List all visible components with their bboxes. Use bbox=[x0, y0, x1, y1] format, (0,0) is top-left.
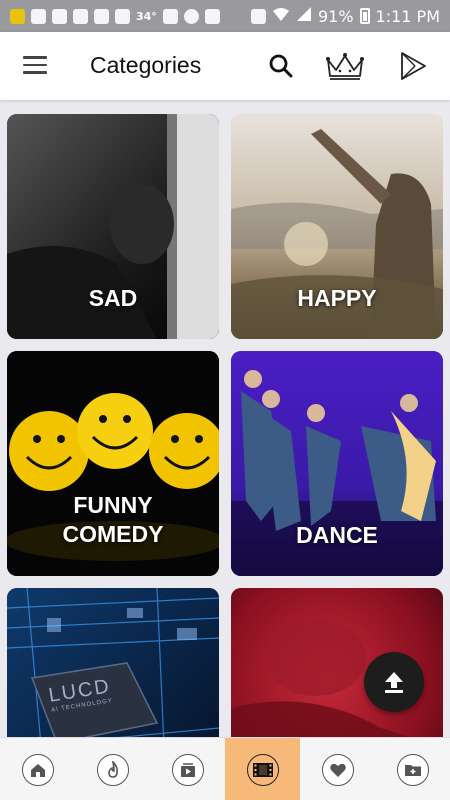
film-strip-icon bbox=[246, 753, 279, 786]
image-icon bbox=[115, 8, 130, 24]
notification-icons: 34° bbox=[10, 8, 220, 24]
search-icon[interactable] bbox=[263, 46, 299, 86]
category-label: DANCE bbox=[296, 522, 378, 548]
mail-icon-2 bbox=[204, 8, 220, 24]
upload-icon bbox=[385, 672, 403, 693]
nav-trending[interactable] bbox=[75, 738, 150, 800]
clock: 1:11 PM bbox=[375, 6, 440, 26]
weather-temperature: 34° bbox=[136, 9, 157, 23]
category-card-dance[interactable]: DANCE bbox=[231, 351, 443, 576]
play-store-icon[interactable] bbox=[394, 46, 432, 86]
youtube-icon bbox=[162, 8, 178, 24]
category-label: HAPPY bbox=[297, 285, 377, 311]
message-icon bbox=[31, 8, 46, 24]
app-bar: Categories bbox=[0, 32, 450, 100]
nav-categories[interactable] bbox=[225, 738, 300, 800]
smiley-ball bbox=[9, 411, 89, 491]
smiley-ball bbox=[77, 393, 153, 469]
nav-add-folder[interactable] bbox=[375, 738, 450, 800]
status-bar: 34° 91% 1:11 PM bbox=[0, 0, 450, 32]
nav-home[interactable] bbox=[0, 738, 75, 800]
video-library-icon bbox=[171, 753, 204, 786]
home-icon bbox=[21, 753, 54, 786]
fire-icon bbox=[96, 753, 129, 786]
mail-icon bbox=[94, 8, 109, 24]
crown-icon[interactable] bbox=[322, 46, 368, 86]
app-icon bbox=[183, 8, 199, 24]
wifi-icon bbox=[272, 6, 290, 26]
page-title: Categories bbox=[90, 52, 202, 78]
nav-favorites[interactable] bbox=[300, 738, 375, 800]
add-folder-icon bbox=[396, 753, 429, 786]
upload-fab[interactable] bbox=[364, 652, 424, 712]
news-icon bbox=[73, 8, 88, 24]
category-card-happy[interactable]: HAPPY bbox=[231, 114, 443, 339]
category-label: SAD bbox=[88, 285, 138, 311]
bottom-nav bbox=[0, 737, 450, 800]
menu-icon[interactable] bbox=[23, 56, 47, 74]
nfc-icon bbox=[250, 8, 266, 24]
battery-icon bbox=[359, 8, 370, 24]
category-card-funny-comedy[interactable]: FUNNY COMEDY bbox=[7, 351, 219, 576]
app-notification-icon bbox=[10, 8, 25, 24]
category-label: FUNNY COMEDY bbox=[62, 492, 164, 547]
heart-icon bbox=[321, 753, 354, 786]
battery-percent: 91% bbox=[317, 6, 354, 26]
category-card-sad[interactable]: SAD bbox=[7, 114, 219, 339]
messenger-icon bbox=[52, 8, 67, 24]
nav-videos[interactable] bbox=[150, 738, 225, 800]
signal-icon bbox=[296, 6, 312, 26]
